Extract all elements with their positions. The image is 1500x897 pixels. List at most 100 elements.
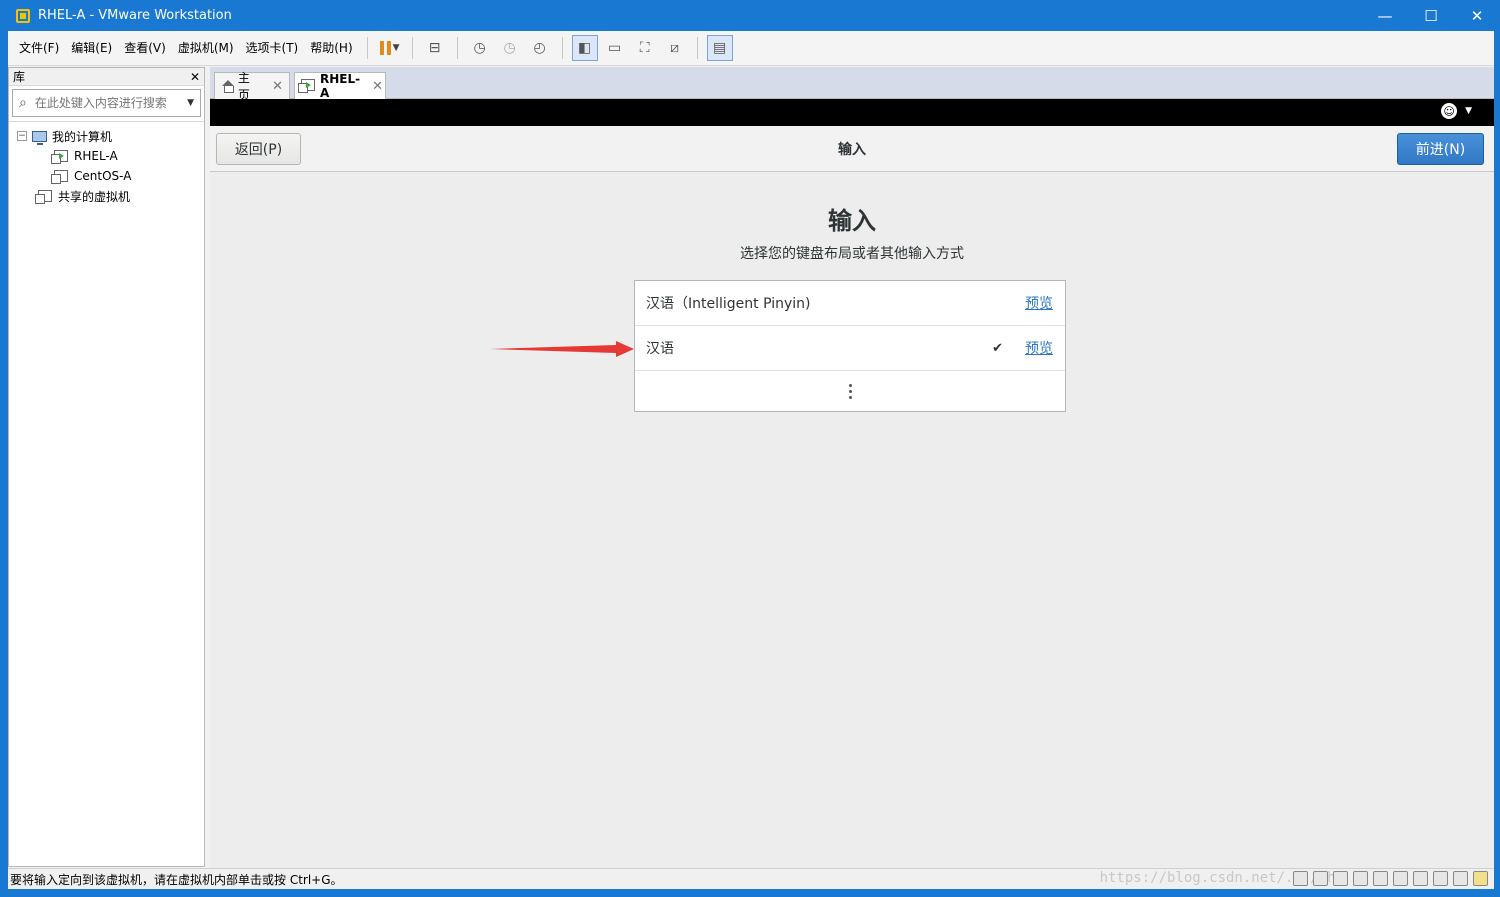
tree-item-label: CentOS-A (74, 169, 132, 183)
snapshot-manager-icon: ◴ (533, 40, 546, 56)
menu-toolbar: 文件(F) 编辑(E) 查看(V) 虚拟机(M) 选项卡(T) 帮助(H) ▼ … (8, 31, 1494, 66)
maximize-button[interactable]: ☐ (1408, 0, 1454, 31)
menu-tabs[interactable]: 选项卡(T) (241, 37, 304, 59)
tree-item-label: 我的计算机 (52, 129, 113, 144)
usb-icon[interactable] (1373, 871, 1388, 886)
library-title: 库 (13, 70, 26, 84)
window-title: RHEL-A - VMware Workstation (38, 8, 232, 23)
preview-link[interactable]: 预览 (1025, 338, 1053, 358)
tab-strip: 主页 ✕ RHEL-A ✕ (210, 67, 1494, 102)
input-option-chinese[interactable]: 汉语 ✔ 预览 (635, 326, 1065, 371)
vm-icon (51, 170, 68, 184)
fullscreen-button[interactable]: ⛶ (632, 35, 658, 61)
chevron-down-icon: ▼ (392, 43, 400, 53)
accessibility-menu[interactable]: ☺ ▼ (1441, 103, 1472, 119)
next-button[interactable]: 前进(N) (1397, 133, 1484, 165)
tree-item-centos-a[interactable]: CentOS-A (9, 166, 204, 186)
device-status-icons (1293, 871, 1488, 886)
tree-item-my-computer[interactable]: − 我的计算机 (9, 126, 204, 146)
close-tab-icon[interactable]: ✕ (372, 79, 383, 94)
input-source-list: 汉语（Intelligent Pinyin) 预览 汉语 ✔ 预览 (634, 280, 1066, 412)
chevron-down-icon: ▼ (1465, 106, 1472, 116)
window-frame-bottom (0, 889, 1500, 897)
display-icon[interactable] (1453, 871, 1468, 886)
minimize-button[interactable]: — (1362, 0, 1408, 31)
library-search-input[interactable] (34, 96, 188, 110)
unity-button[interactable]: ⧄ (662, 35, 688, 61)
checkmark-icon: ✔ (992, 340, 1003, 356)
toolbar-separator (411, 37, 413, 59)
preview-link[interactable]: 预览 (1025, 293, 1053, 313)
collapse-icon[interactable]: − (17, 131, 27, 141)
accessibility-icon: ☺ (1441, 103, 1458, 119)
library-search: ⌕ ▼ (12, 89, 201, 117)
printer-icon[interactable] (1353, 871, 1368, 886)
hard-disk-icon[interactable] (1293, 871, 1308, 886)
snapshot-icon: ◷ (473, 40, 486, 56)
tree-item-label: 共享的虚拟机 (58, 189, 131, 204)
vm-console[interactable]: ☺ ▼ 返回(P) 输入 前进(N) 输入 选择您的键盘布局或者其他输入方式 汉… (210, 99, 1494, 868)
home-icon (221, 80, 234, 93)
fullscreen-icon: ⛶ (639, 40, 650, 56)
menu-view[interactable]: 查看(V) (119, 37, 171, 59)
cd-dvd-icon[interactable] (1313, 871, 1328, 886)
menu-file[interactable]: 文件(F) (14, 37, 64, 59)
running-vm-icon (51, 150, 68, 164)
chevron-down-icon[interactable]: ▼ (187, 98, 194, 108)
library-panel: 库 ✕ ⌕ ▼ − 我的计算机 RHEL-A CentOS-A 共享的虚拟机 (8, 67, 205, 867)
tree-item-label: RHEL-A (74, 149, 118, 163)
gnome-top-bar: ☺ ▼ (210, 99, 1494, 126)
snapshot-revert-icon: ◷ (503, 40, 516, 56)
usb-device-icon[interactable] (1433, 871, 1448, 886)
close-button[interactable]: ✕ (1454, 0, 1500, 31)
toolbar-separator (696, 37, 698, 59)
show-library-button[interactable]: ◧ (571, 35, 598, 61)
status-bar: 要将输入定向到该虚拟机，请在虚拟机内部单击或按 Ctrl+G。 https://… (8, 868, 1494, 889)
unity-icon: ⧄ (670, 40, 680, 56)
library-tree: − 我的计算机 RHEL-A CentOS-A 共享的虚拟机 (9, 121, 204, 206)
network-adapter-icon[interactable] (1333, 871, 1348, 886)
page-title: 输入 (828, 207, 876, 235)
pause-icon (379, 41, 391, 55)
revert-snapshot-button[interactable]: ◷ (497, 35, 523, 61)
send-ctrl-alt-del-button[interactable]: ⊟ (422, 35, 448, 61)
header-title: 输入 (838, 142, 866, 158)
more-vertical-icon (848, 383, 852, 399)
camera-icon[interactable] (1413, 871, 1428, 886)
input-option-label: 汉语（Intelligent Pinyin) (646, 296, 811, 312)
pause-button[interactable]: ▼ (377, 35, 403, 61)
console-view-button[interactable]: ▤ (706, 35, 733, 61)
thumbnail-view-icon: ▭ (608, 40, 622, 56)
sound-icon[interactable] (1393, 871, 1408, 886)
network-icon: ⊟ (428, 40, 441, 56)
tree-item-rhel-a[interactable]: RHEL-A (9, 146, 204, 166)
message-icon[interactable] (1473, 871, 1488, 886)
show-thumbnail-button[interactable]: ▭ (602, 35, 628, 61)
library-header: 库 ✕ (9, 68, 204, 86)
status-message: 要将输入定向到该虚拟机，请在虚拟机内部单击或按 Ctrl+G。 (10, 872, 343, 887)
tab-rhel-a[interactable]: RHEL-A ✕ (294, 72, 386, 100)
close-tab-icon[interactable]: ✕ (272, 79, 283, 94)
red-arrow-annotation (490, 341, 634, 357)
menu-help[interactable]: 帮助(H) (305, 37, 357, 59)
vmware-app-icon (16, 8, 30, 23)
tab-home[interactable]: 主页 ✕ (214, 71, 290, 102)
snapshot-manager-button[interactable]: ◴ (527, 35, 553, 61)
title-bar: RHEL-A - VMware Workstation — ☐ ✕ (0, 0, 1500, 31)
arrow-shape (490, 341, 634, 357)
window-frame-left (0, 31, 8, 897)
input-option-label: 汉语 (646, 341, 674, 357)
running-vm-icon (298, 78, 315, 93)
search-icon: ⌕ (19, 95, 27, 111)
take-snapshot-button[interactable]: ◷ (467, 35, 493, 61)
menu-edit[interactable]: 编辑(E) (66, 37, 117, 59)
library-close-icon[interactable]: ✕ (190, 70, 200, 84)
computer-icon (31, 130, 47, 145)
tree-item-shared-vms[interactable]: 共享的虚拟机 (9, 186, 204, 206)
more-options-button[interactable] (635, 371, 1065, 411)
input-option-intelligent-pinyin[interactable]: 汉语（Intelligent Pinyin) 预览 (635, 281, 1065, 326)
page-subtitle: 选择您的键盘布局或者其他输入方式 (740, 246, 964, 262)
window-frame-right (1494, 31, 1500, 897)
menu-vm[interactable]: 虚拟机(M) (173, 37, 239, 59)
shared-vm-icon (35, 190, 52, 204)
